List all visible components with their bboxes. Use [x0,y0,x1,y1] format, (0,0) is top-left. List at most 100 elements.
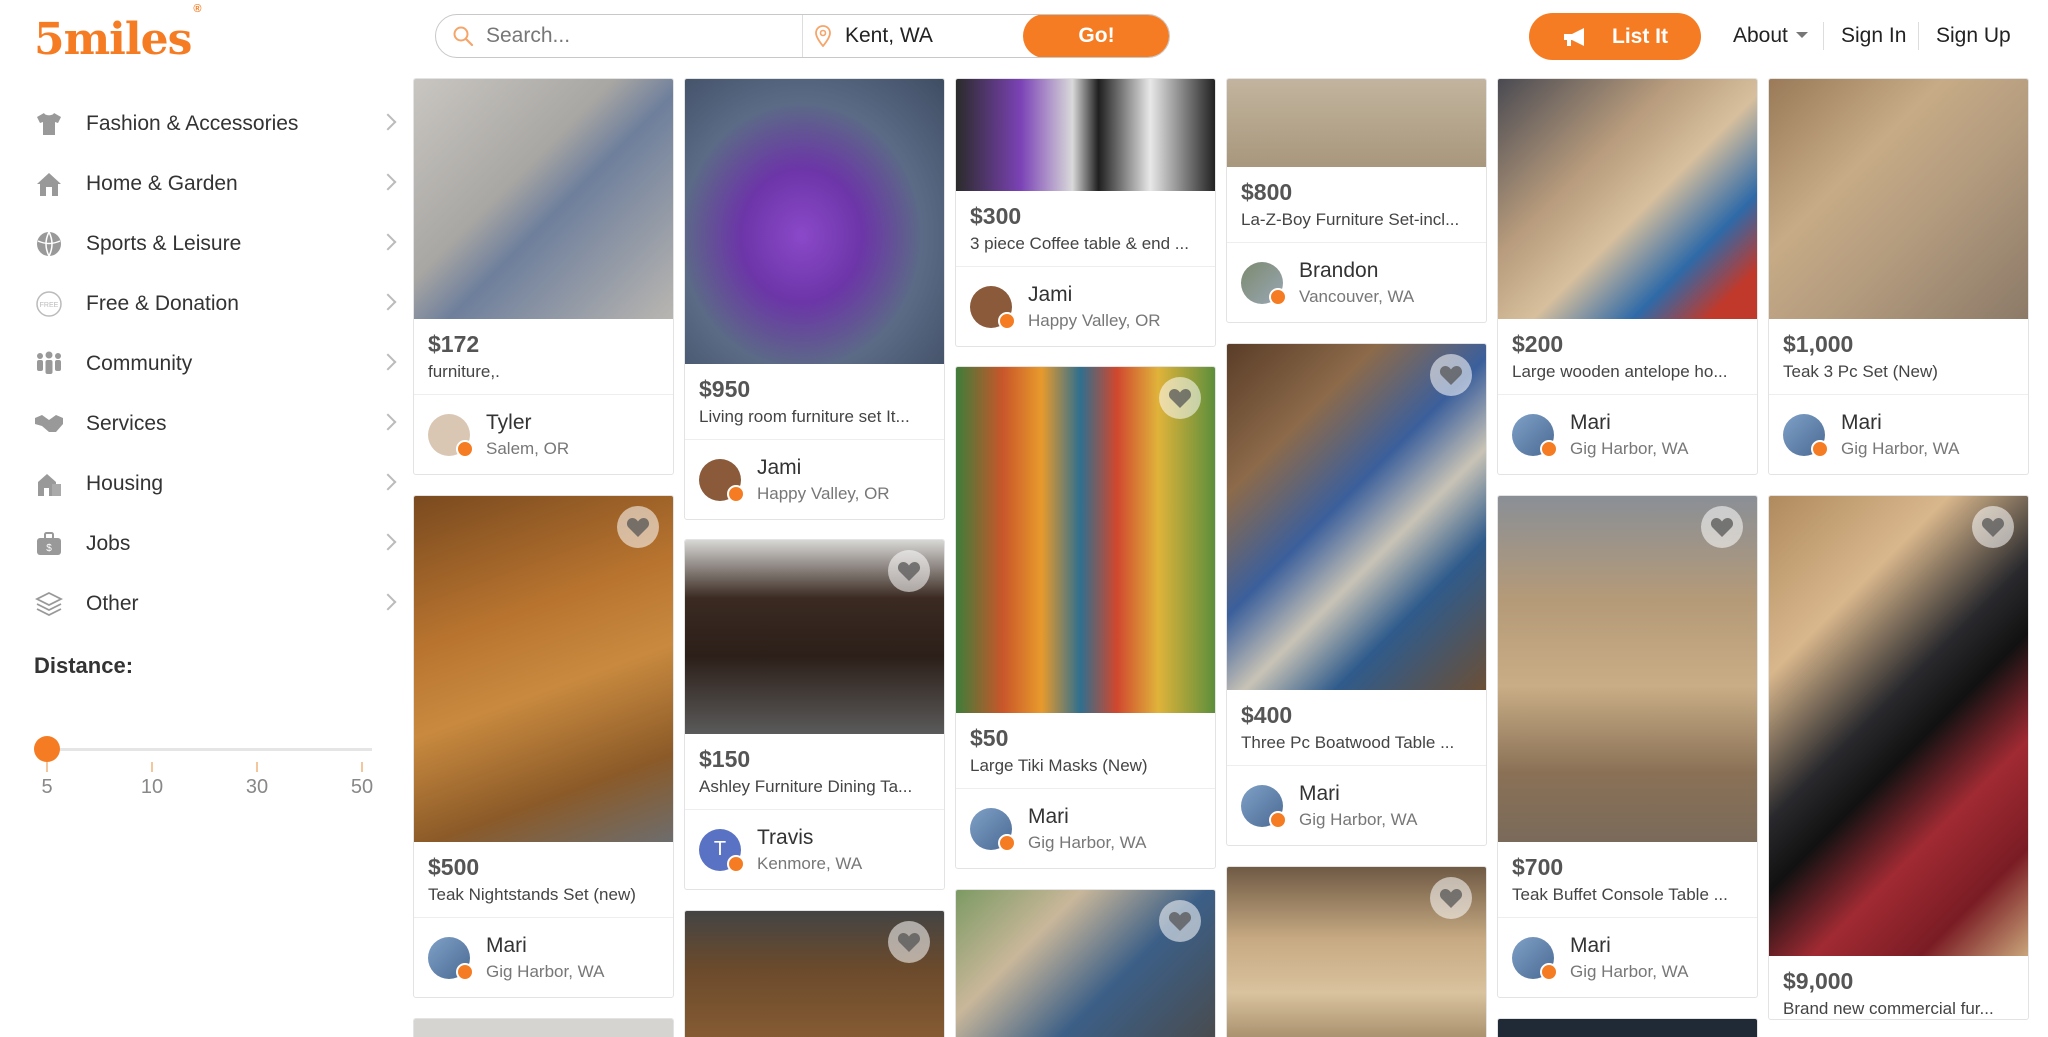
listing-title[interactable]: Three Pc Boatwood Table ... [1241,733,1472,753]
logo[interactable]: 5miles® [34,3,202,65]
favorite-heart-icon[interactable] [1430,354,1472,396]
seller-info[interactable]: T Travis Kenmore, WA [685,809,944,889]
listing-image[interactable] [1227,79,1486,167]
category-sports-leisure[interactable]: Sports & Leisure [34,214,397,274]
listing-card[interactable]: $300 3 piece Coffee table & end ... Jami H… [955,78,1216,347]
listing-card[interactable]: $9,000 Brand new commercial fur... [1768,495,2029,1020]
favorite-heart-icon[interactable] [1159,377,1201,419]
listing-title[interactable]: Brand new commercial fur... [1783,999,2014,1019]
listing-image[interactable] [685,911,944,1037]
listing-image[interactable] [1498,79,1757,319]
listing-title[interactable]: Teak Nightstands Set (new) [428,885,659,905]
listing-card[interactable] [684,910,945,1037]
favorite-heart-icon[interactable] [1430,877,1472,919]
category-jobs[interactable]: $ Jobs [34,514,397,574]
seller-info[interactable]: Mari Gig Harbor, WA [1498,917,1757,997]
nav-divider [1823,22,1824,50]
listing-image[interactable] [956,890,1215,1037]
category-label: Jobs [86,532,131,555]
seller-info[interactable]: Mari Gig Harbor, WA [956,788,1215,868]
listing-card[interactable] [1497,1018,1758,1037]
listing-image[interactable] [956,367,1215,713]
listing-card[interactable]: $500 Teak Nightstands Set (new) Mari Gig H… [413,495,674,998]
listing-title[interactable]: Ashley Furniture Dining Ta... [699,777,930,797]
listing-image[interactable] [685,79,944,364]
nav-divider [1918,22,1919,50]
distance-slider-handle[interactable] [34,736,60,762]
listing-title[interactable]: 3 piece Coffee table & end ... [970,234,1201,254]
distance-option-label[interactable]: 30 [246,776,268,799]
category-free-donation[interactable]: FREE Free & Donation [34,274,397,334]
listing-image[interactable] [685,540,944,734]
favorite-heart-icon[interactable] [888,550,930,592]
listing-card[interactable]: $400 Three Pc Boatwood Table ... Mari Gig … [1226,343,1487,846]
seller-info[interactable]: Mari Gig Harbor, WA [1227,765,1486,845]
listing-card[interactable]: $150 Ashley Furniture Dining Ta... T Travi… [684,539,945,890]
listing-image[interactable] [1498,496,1757,842]
sign-up-link[interactable]: Sign Up [1936,24,2011,48]
verified-badge-icon [456,962,474,981]
listing-card[interactable]: $800 La-Z-Boy Furniture Set-incl... Brand… [1226,78,1487,323]
listing-card[interactable]: $200 Large wooden antelope ho... Mari Gig … [1497,78,1758,475]
seller-info[interactable]: Tyler Salem, OR [414,394,673,474]
listing-image[interactable] [1227,867,1486,1037]
listing-card[interactable]: $950 Living room furniture set It... Jami… [684,78,945,520]
favorite-heart-icon[interactable] [617,506,659,548]
category-community[interactable]: Community [34,334,397,394]
slider-tick [361,762,363,772]
seller-info[interactable]: Jami Happy Valley, OR [685,439,944,519]
listing-image[interactable] [414,1019,673,1037]
seller-info[interactable]: Mari Gig Harbor, WA [1498,394,1757,474]
listing-title[interactable]: Living room furniture set It... [699,407,930,427]
listing-image[interactable] [956,79,1215,191]
favorite-heart-icon[interactable] [1701,506,1743,548]
seller-location: Vancouver, WA [1299,286,1415,306]
listing-image[interactable] [414,79,673,319]
listing-title[interactable]: Large wooden antelope ho... [1512,362,1743,382]
distance-option-label[interactable]: 5 [41,776,52,799]
favorite-heart-icon[interactable] [1972,506,2014,548]
favorite-heart-icon[interactable] [1159,900,1201,942]
listing-title[interactable]: Teak 3 Pc Set (New) [1783,362,2014,382]
listing-card[interactable]: $700 Teak Buffet Console Table ... Mari Gi… [1497,495,1758,998]
distance-option-label[interactable]: 10 [141,776,163,799]
sign-in-link[interactable]: Sign In [1841,24,1906,48]
avatar [1241,261,1287,306]
list-it-button[interactable]: List It [1529,13,1701,60]
category-housing[interactable]: Housing [34,454,397,514]
listing-image[interactable] [1769,496,2028,956]
listing-card[interactable] [955,889,1216,1037]
listing-card[interactable]: $1,000 Teak 3 Pc Set (New) Mari Gig Harbor… [1768,78,2029,475]
about-menu[interactable]: About [1733,24,1808,48]
listing-card[interactable]: $50 Large Tiki Masks (New) Mari Gig Harbor… [955,366,1216,869]
listing-title[interactable]: Teak Buffet Console Table ... [1512,885,1743,905]
listing-image[interactable] [1498,1019,1757,1037]
category-home-garden[interactable]: Home & Garden [34,154,397,214]
seller-info[interactable]: Mari Gig Harbor, WA [414,917,673,997]
listing-image[interactable] [1227,344,1486,690]
chevron-right-icon [379,173,397,191]
category-services[interactable]: Services [34,394,397,454]
seller-info[interactable]: Mari Gig Harbor, WA [1769,394,2028,474]
listing-card[interactable] [413,1018,674,1037]
listing-title[interactable]: Large Tiki Masks (New) [970,756,1201,776]
listing-image[interactable] [1769,79,2028,319]
category-sidebar: Fashion & Accessories Home & Garden Spor… [34,94,397,634]
distance-option-label[interactable]: 50 [351,776,373,799]
favorite-heart-icon[interactable] [888,921,930,963]
seller-name: Mari [1570,933,1611,957]
listing-title[interactable]: La-Z-Boy Furniture Set-incl... [1241,210,1472,230]
category-other[interactable]: Other [34,574,397,634]
go-button[interactable]: Go! [1023,15,1169,57]
distance-slider-track[interactable] [46,748,372,751]
location-selector[interactable]: Kent, WA [803,15,1023,57]
seller-info[interactable]: Brandon Vancouver, WA [1227,242,1486,322]
search-input[interactable] [486,24,786,48]
listing-card[interactable]: $172 furniture,. Tyler Salem, OR [413,78,674,475]
listing-card[interactable] [1226,866,1487,1037]
listing-title[interactable]: furniture,. [428,362,659,382]
seller-info[interactable]: Jami Happy Valley, OR [956,266,1215,346]
listing-image[interactable] [414,496,673,842]
category-fashion-accessories[interactable]: Fashion & Accessories [34,94,397,154]
location-pin-icon [815,25,831,47]
